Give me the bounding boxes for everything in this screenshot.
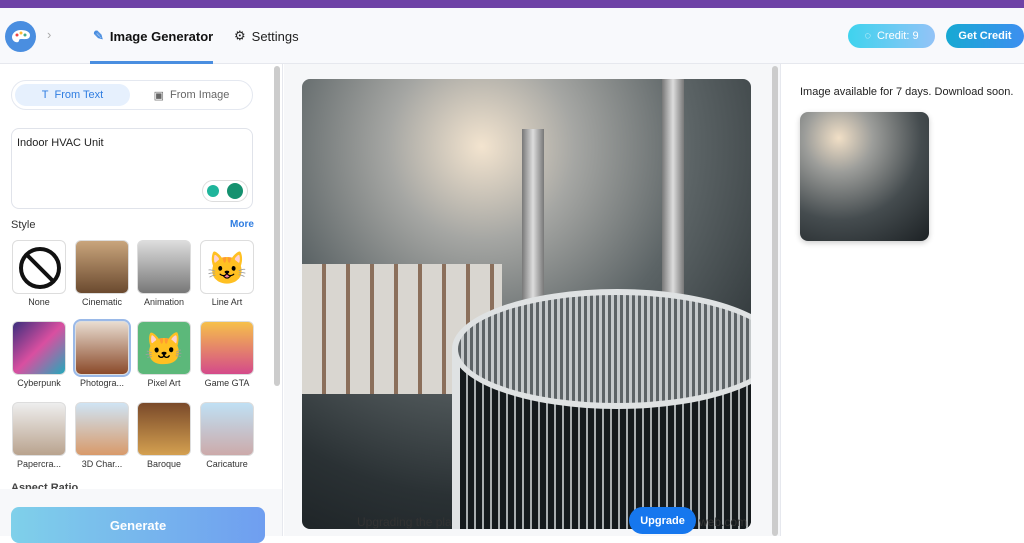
mode-toggle: T From Text ▣ From Image bbox=[11, 80, 253, 110]
chevron-right-icon: › bbox=[47, 27, 52, 42]
style-option[interactable] bbox=[200, 402, 254, 456]
generated-image[interactable]: sta web.com Upgrading the pla bbox=[302, 79, 751, 529]
none-icon bbox=[19, 247, 61, 289]
image-icon: ▣ bbox=[153, 89, 165, 102]
style-preview-icon: 😺 bbox=[207, 250, 247, 286]
style-option[interactable] bbox=[12, 240, 66, 294]
prompt-input[interactable]: Indoor HVAC Unit bbox=[11, 128, 253, 209]
style-option[interactable] bbox=[73, 319, 131, 377]
style-option[interactable] bbox=[200, 321, 254, 375]
style-option-label: 3D Char... bbox=[81, 459, 123, 469]
credit-badge[interactable]: ◌ Credit: 9 bbox=[848, 24, 935, 48]
style-option-label: Cinematic bbox=[81, 297, 122, 307]
palette-logo-icon[interactable] bbox=[5, 21, 36, 52]
style-option[interactable] bbox=[75, 402, 129, 456]
style-option-label: Baroque bbox=[146, 459, 182, 469]
image-thumbnail[interactable] bbox=[800, 112, 929, 241]
coin-icon: ◌ bbox=[864, 30, 871, 42]
gear-icon: ⚙ bbox=[234, 28, 246, 43]
tab-from-text[interactable]: T From Text bbox=[15, 84, 130, 106]
availability-notice: Image available for 7 days. Download soo… bbox=[800, 86, 1014, 98]
lightbulb-icon bbox=[207, 185, 219, 197]
tab-from-image[interactable]: ▣ From Image bbox=[134, 84, 249, 106]
style-option-label: Papercra... bbox=[16, 459, 62, 469]
pipe bbox=[522, 129, 544, 309]
style-option[interactable] bbox=[137, 240, 191, 294]
header: › ✎ Image Generator ⚙ Settings ◌ Credit: 9 … bbox=[0, 8, 1024, 64]
style-preview-icon: 🐱 bbox=[144, 331, 184, 367]
pipe bbox=[662, 79, 684, 319]
style-option-label: Animation bbox=[143, 297, 185, 307]
tab-image-generator[interactable]: ✎ Image Generator bbox=[93, 28, 213, 44]
style-option-label: Pixel Art bbox=[147, 378, 181, 388]
grammarly-widget[interactable] bbox=[202, 180, 248, 202]
magic-wand-icon: ✎ bbox=[93, 28, 104, 43]
style-option[interactable] bbox=[75, 240, 129, 294]
grammarly-icon bbox=[227, 183, 243, 199]
left-panel: T From Text ▣ From Image Indoor HVAC Unit … bbox=[0, 64, 283, 543]
style-option-label: None bbox=[28, 297, 50, 307]
top-bar bbox=[0, 0, 1024, 8]
tab-settings[interactable]: ⚙ Settings bbox=[234, 28, 299, 44]
style-option-label: Game GTA bbox=[204, 378, 250, 388]
style-option[interactable]: 🐱 bbox=[137, 321, 191, 375]
text-icon: T bbox=[41, 89, 49, 101]
style-option-label: Line Art bbox=[211, 297, 243, 307]
more-styles-link[interactable]: More bbox=[230, 219, 254, 230]
left-scrollbar[interactable] bbox=[274, 66, 280, 386]
get-credit-button[interactable]: Get Credit bbox=[946, 24, 1024, 48]
style-label: Style bbox=[11, 219, 36, 231]
style-option[interactable] bbox=[12, 321, 66, 375]
main-scrollbar[interactable] bbox=[772, 66, 778, 536]
style-option-label: Cyberpunk bbox=[17, 378, 61, 388]
style-option[interactable] bbox=[12, 402, 66, 456]
generate-button[interactable]: Generate bbox=[11, 507, 265, 543]
style-option-label: Caricature bbox=[206, 459, 248, 469]
style-option[interactable]: 😺 bbox=[200, 240, 254, 294]
upgrade-button[interactable]: Upgrade bbox=[629, 507, 696, 534]
style-option[interactable] bbox=[137, 402, 191, 456]
style-option-label: Photogra... bbox=[79, 378, 125, 388]
